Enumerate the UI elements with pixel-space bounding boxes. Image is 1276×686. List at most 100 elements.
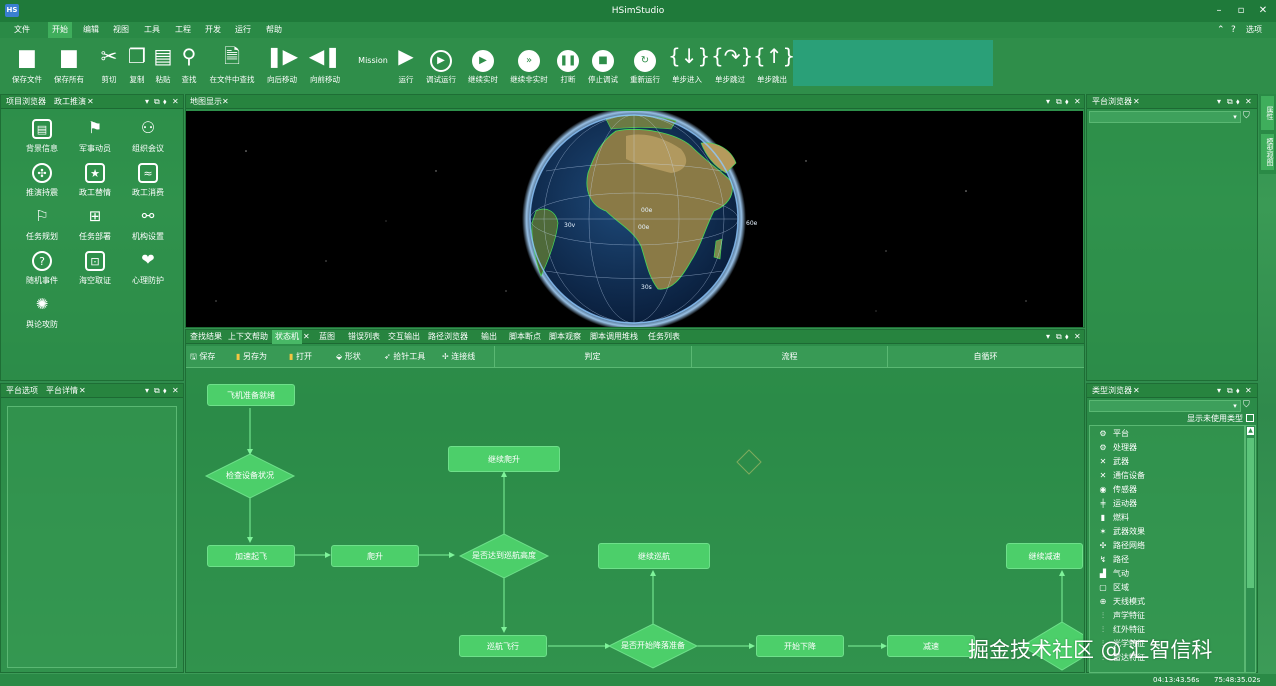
type-item[interactable]: ⚙ 平台 xyxy=(1098,427,1129,441)
panel-close-icon[interactable]: ✕ xyxy=(172,384,179,398)
tab-find-results[interactable]: 查找结果 xyxy=(187,330,225,344)
node-start-descending[interactable]: 开始下降 xyxy=(756,635,844,657)
pin-icon[interactable]: ⬧ xyxy=(1236,95,1240,109)
node-cruise-flight[interactable]: 巡航飞行 xyxy=(459,635,547,657)
tab-project-browser[interactable]: 项目浏览器 xyxy=(3,95,49,109)
type-filter-input[interactable] xyxy=(1089,400,1241,412)
menu-help[interactable]: 帮助 xyxy=(262,22,286,38)
find-button[interactable]: ⚲ 查找 xyxy=(176,40,202,90)
tab-close-icon[interactable]: ✕ xyxy=(87,95,94,109)
stop-debug-button[interactable]: ■ 停止调试 xyxy=(584,40,622,90)
type-item[interactable]: ╪ 运动器 xyxy=(1098,497,1137,511)
panel-close-icon[interactable]: ✕ xyxy=(1074,330,1081,344)
type-item[interactable]: ✣ 路径网络 xyxy=(1098,539,1145,553)
filter-icon[interactable]: ⛉ xyxy=(1243,110,1255,122)
menu-tools[interactable]: 工具 xyxy=(140,22,164,38)
pin-icon[interactable]: ⬧ xyxy=(1065,95,1069,109)
pin-icon[interactable]: ⬧ xyxy=(1065,330,1069,344)
close-icon[interactable]: ✕ xyxy=(1252,0,1274,22)
type-item[interactable]: ⊕ 天线模式 xyxy=(1098,595,1145,609)
tab-political-exercise[interactable]: 政工推演 xyxy=(51,95,89,109)
tab-blueprint[interactable]: 蓝图 xyxy=(316,330,338,344)
type-item[interactable]: ⚙ 处理器 xyxy=(1098,441,1137,455)
type-list-scrollbar[interactable]: ▲ xyxy=(1245,425,1256,673)
tab-error-list[interactable]: 错误列表 xyxy=(345,330,383,344)
tab-path-browser[interactable]: 路径浏览器 xyxy=(425,330,471,344)
type-item[interactable]: ✶ 武器效果 xyxy=(1098,525,1145,539)
menu-develop[interactable]: 开发 xyxy=(201,22,225,38)
globe-canvas[interactable]: 00e 30v 00e 60e 30s xyxy=(186,111,1083,327)
type-item[interactable]: ⫶ 声学特征 xyxy=(1098,609,1145,623)
type-item[interactable]: ▮ 燃料 xyxy=(1098,511,1129,525)
type-item[interactable]: ✕ 通信设备 xyxy=(1098,469,1145,483)
tab-close-icon[interactable]: ✕ xyxy=(1133,95,1140,109)
tab-state-machine[interactable]: 状态机 xyxy=(272,330,302,344)
float-icon[interactable]: ⧉ xyxy=(154,384,160,398)
panel-close-icon[interactable]: ✕ xyxy=(1245,384,1252,398)
tab-close-icon[interactable]: ✕ xyxy=(222,95,229,109)
type-item[interactable]: ✕ 武器 xyxy=(1098,455,1129,469)
item-intel[interactable]: ★ 政工替情 xyxy=(66,161,124,201)
run-button[interactable]: ▶ 运行 xyxy=(393,40,419,90)
minimize-icon[interactable]: – xyxy=(1208,0,1230,22)
float-icon[interactable]: ⧉ xyxy=(1227,95,1233,109)
node-keep-climbing[interactable]: 继续爬升 xyxy=(448,446,560,472)
step-into-button[interactable]: {↓} 单步进入 xyxy=(668,40,710,90)
node-aircraft-ready[interactable]: 飞机准备就绪 xyxy=(207,384,295,406)
float-icon[interactable]: ⧉ xyxy=(1227,384,1233,398)
item-opinion[interactable]: ✺ 舆论攻防 xyxy=(13,293,71,333)
sm-save-as-button[interactable]: ▮ 另存为 xyxy=(236,349,267,365)
copy-button[interactable]: ❐ 复制 xyxy=(124,40,150,90)
item-psych-protect[interactable]: ❤ 心理防护 xyxy=(119,249,177,289)
break-button[interactable]: ❚❚ 打断 xyxy=(555,40,581,90)
find-in-files-button[interactable]: 🗎 在文件中查找 xyxy=(204,40,260,90)
tab-script-breakpoints[interactable]: 脚本断点 xyxy=(506,330,544,344)
node-decelerate[interactable]: 减速 xyxy=(887,635,975,657)
item-mobilization[interactable]: ⚑ 军事动员 xyxy=(66,117,124,157)
save-all-button[interactable]: ▆ 保存所有 xyxy=(50,40,88,90)
item-evidence[interactable]: ⊡ 海空取证 xyxy=(66,249,124,289)
type-item[interactable]: ↯ 路径 xyxy=(1098,553,1129,567)
tab-script-callstack[interactable]: 脚本调用堆栈 xyxy=(587,330,641,344)
tab-task-list[interactable]: 任务列表 xyxy=(645,330,683,344)
show-unused-checkbox[interactable] xyxy=(1246,414,1254,422)
menu-project[interactable]: 工程 xyxy=(171,22,195,38)
tab-platform-options[interactable]: 平台选项 xyxy=(3,384,41,398)
sm-save-button[interactable]: 🖫 保存 xyxy=(190,349,215,365)
dropdown-icon[interactable]: ▾ xyxy=(1046,330,1050,344)
side-tab-properties[interactable]: 属性 xyxy=(1261,96,1274,130)
node-accelerate-takeoff[interactable]: 加速起飞 xyxy=(207,545,295,567)
pin-icon[interactable]: ⬧ xyxy=(163,95,167,109)
sm-connect-button[interactable]: ✢ 连接线 xyxy=(442,349,475,365)
tab-map-display[interactable]: 地图显示 xyxy=(187,95,225,109)
filter-icon[interactable]: ⛉ xyxy=(1243,399,1255,411)
dropdown-icon[interactable]: ▾ xyxy=(1046,95,1050,109)
type-item[interactable]: ⫶ 红外特征 xyxy=(1098,623,1145,637)
panel-close-icon[interactable]: ✕ xyxy=(172,95,179,109)
dropdown-icon[interactable]: ▾ xyxy=(145,384,149,398)
side-tab-model-view[interactable]: 模型视图 xyxy=(1261,134,1274,170)
node-keep-cruising[interactable]: 继续巡航 xyxy=(598,543,710,569)
sm-open-button[interactable]: ▮ 打开 xyxy=(289,349,312,365)
item-exercise[interactable]: ✣ 推演持震 xyxy=(13,161,71,201)
sm-pick-tool-button[interactable]: ➶ 拾针工具 xyxy=(384,349,425,365)
step-over-button[interactable]: {↷} 单步跳过 xyxy=(711,40,753,90)
rerun-button[interactable]: ↻ 重新运行 xyxy=(626,40,664,90)
menu-run[interactable]: 运行 xyxy=(231,22,255,38)
scrollbar-thumb[interactable] xyxy=(1247,438,1254,588)
type-item[interactable]: ▟ 气动 xyxy=(1098,567,1129,581)
float-icon[interactable]: ⧉ xyxy=(154,95,160,109)
item-meeting[interactable]: ⚇ 组织会议 xyxy=(119,117,177,157)
paste-button[interactable]: ▤ 粘贴 xyxy=(150,40,176,90)
tab-type-browser[interactable]: 类型浏览器 xyxy=(1089,384,1135,398)
item-task-planning[interactable]: ⚐ 任务规划 xyxy=(13,205,71,245)
tab-script-watch[interactable]: 脚本观察 xyxy=(546,330,584,344)
item-background-info[interactable]: ▤ 背景信息 xyxy=(13,117,71,157)
help-icon[interactable]: ? xyxy=(1227,22,1240,38)
item-org-setup[interactable]: ⚯ 机构设置 xyxy=(119,205,177,245)
panel-close-icon[interactable]: ✕ xyxy=(1074,95,1081,109)
cut-button[interactable]: ✂ 剪切 xyxy=(96,40,122,90)
tab-output[interactable]: 输出 xyxy=(478,330,500,344)
move-back-button[interactable]: ❚▶ 向后移动 xyxy=(263,40,301,90)
node-keep-decelerating[interactable]: 继续减速 xyxy=(1006,543,1083,569)
